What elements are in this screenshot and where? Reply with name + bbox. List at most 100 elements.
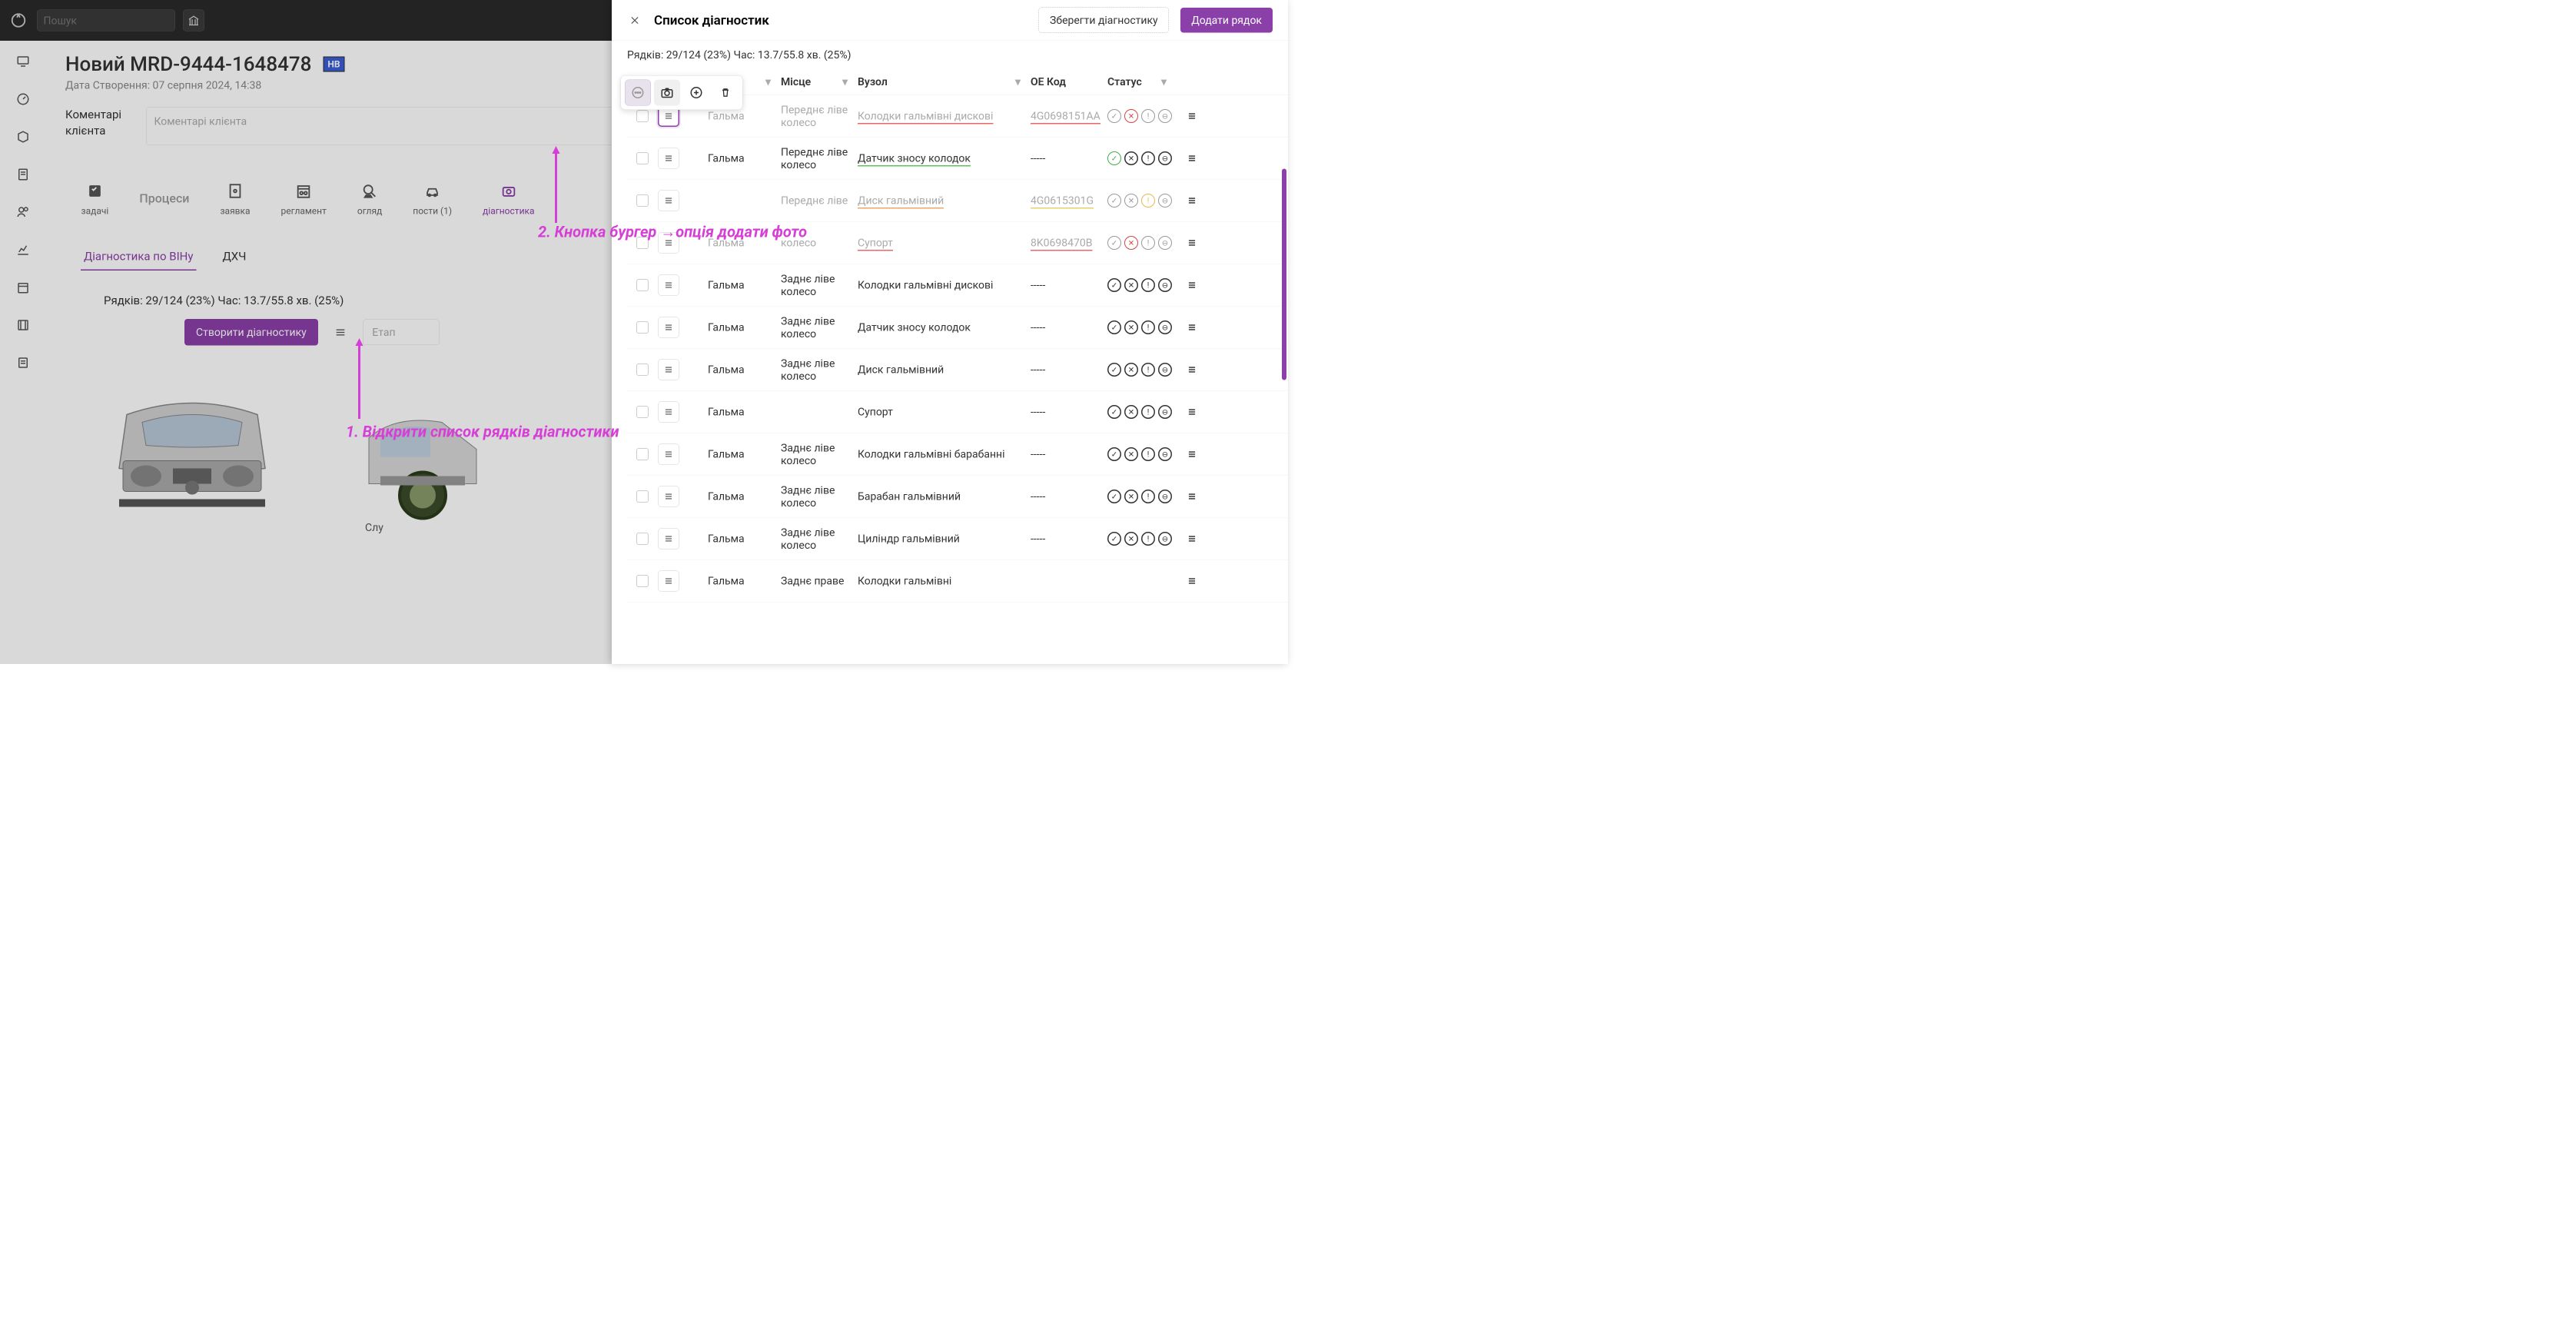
cell-part: Гальма bbox=[708, 406, 781, 419]
cell-place: Заднє ліве колесо bbox=[781, 441, 858, 466]
row-checkbox[interactable] bbox=[636, 110, 649, 122]
table-row: Гальма Заднє ліве колесо Колодки гальмів… bbox=[627, 433, 1288, 476]
cell-place: Заднє ліве колесо bbox=[781, 526, 858, 551]
cell-oe: ----- bbox=[1031, 406, 1107, 419]
row-checkbox[interactable] bbox=[636, 194, 649, 207]
cell-oe: 8K0698470B bbox=[1031, 237, 1107, 250]
row-actions-popup bbox=[621, 75, 743, 110]
table-row: Переднє ліве Диск гальмівний 4G0615301G … bbox=[627, 180, 1288, 222]
status-icons[interactable]: ✓✕!⊖ bbox=[1107, 363, 1172, 377]
cell-node: Диск гальмівний bbox=[858, 364, 1031, 377]
row-checkbox[interactable] bbox=[636, 533, 649, 545]
panel-title: Список діагностик bbox=[654, 12, 1027, 28]
scrollbar-thumb[interactable] bbox=[1282, 169, 1286, 380]
row-checkbox[interactable] bbox=[636, 490, 649, 503]
row-checkbox[interactable] bbox=[636, 364, 649, 376]
cell-part: Гальма bbox=[708, 448, 781, 461]
table-row: Гальма Заднє ліве колесо Диск гальмівний… bbox=[627, 349, 1288, 391]
row-burger-button[interactable] bbox=[658, 486, 679, 507]
cell-place: Заднє ліве колесо bbox=[781, 483, 858, 509]
row-more-button[interactable] bbox=[1187, 111, 1197, 121]
cell-oe: ----- bbox=[1031, 152, 1107, 165]
row-more-button[interactable] bbox=[1187, 322, 1197, 333]
table-row: Гальма Заднє ліве колесо Циліндр гальмів… bbox=[627, 518, 1288, 560]
row-more-button[interactable] bbox=[1187, 449, 1197, 460]
cell-oe: ----- bbox=[1031, 364, 1107, 377]
status-icons[interactable]: ✓✕!⊖ bbox=[1107, 278, 1172, 292]
cell-node: Колодки гальмівні барабанні bbox=[858, 448, 1031, 461]
row-checkbox[interactable] bbox=[636, 575, 649, 587]
filter-icon[interactable]: ▾ bbox=[765, 75, 775, 88]
row-checkbox[interactable] bbox=[636, 152, 649, 164]
status-icons[interactable]: ✓✕!⊖ bbox=[1107, 405, 1172, 419]
cell-node: Колодки гальмівні дискові bbox=[858, 110, 1031, 123]
row-more-button[interactable] bbox=[1187, 533, 1197, 544]
row-more-button[interactable] bbox=[1187, 153, 1197, 164]
status-icons[interactable]: ✓✕!⊖ bbox=[1107, 236, 1172, 250]
row-more-button[interactable] bbox=[1187, 195, 1197, 206]
cell-part: Гальма bbox=[708, 321, 781, 334]
annotation-2: 2. Кнопка бургер →опція додати фото bbox=[538, 223, 807, 241]
row-burger-button[interactable] bbox=[658, 570, 679, 592]
cell-place: Заднє ліве колесо bbox=[781, 357, 858, 382]
popup-delete-button[interactable] bbox=[712, 80, 739, 106]
cell-node: Датчик зносу колодок bbox=[858, 321, 1031, 334]
popup-comment-button[interactable] bbox=[625, 80, 651, 106]
row-burger-button[interactable] bbox=[658, 401, 679, 423]
cell-node: Циліндр гальмівний bbox=[858, 533, 1031, 546]
status-icons[interactable]: ✓✕!⊖ bbox=[1107, 320, 1172, 334]
row-more-button[interactable] bbox=[1187, 491, 1197, 502]
cell-part: Гальма bbox=[708, 152, 781, 165]
status-icons[interactable]: ✓✕!⊖ bbox=[1107, 447, 1172, 461]
row-checkbox[interactable] bbox=[636, 406, 649, 418]
row-burger-button[interactable] bbox=[658, 528, 679, 549]
status-icons[interactable]: ✓✕!⊖ bbox=[1107, 194, 1172, 208]
cell-node: Колодки гальмівні bbox=[858, 575, 1031, 588]
cell-node: Супорт bbox=[858, 237, 1031, 250]
row-more-button[interactable] bbox=[1187, 407, 1197, 417]
table-row: Гальма Заднє ліве колесо Датчик зносу ко… bbox=[627, 307, 1288, 349]
arrow-2 bbox=[550, 146, 562, 227]
annotation-1: 1. Відкрити список рядків діагностики bbox=[346, 423, 619, 441]
row-burger-button[interactable] bbox=[658, 317, 679, 338]
popup-add-button[interactable] bbox=[683, 80, 709, 106]
cell-part: Гальма bbox=[708, 575, 781, 588]
cell-node: Диск гальмівний bbox=[858, 194, 1031, 208]
filter-icon[interactable]: ▾ bbox=[1015, 75, 1024, 88]
cell-place: Переднє ліве колесо bbox=[781, 103, 858, 128]
cell-part: Гальма bbox=[708, 490, 781, 503]
save-diagnostic-button[interactable]: Зберегти діагностику bbox=[1039, 8, 1170, 34]
cell-oe: 4G0698151AA bbox=[1031, 110, 1107, 123]
row-checkbox[interactable] bbox=[636, 279, 649, 291]
add-row-button[interactable]: Додати рядок bbox=[1180, 8, 1273, 33]
cell-part: Гальма bbox=[708, 110, 781, 123]
panel-close-button[interactable] bbox=[627, 12, 642, 28]
filter-icon[interactable]: ▾ bbox=[1161, 75, 1170, 88]
row-checkbox[interactable] bbox=[636, 321, 649, 334]
status-icons[interactable]: ✓✕!⊖ bbox=[1107, 109, 1172, 123]
cell-oe: 4G0615301G bbox=[1031, 194, 1107, 208]
status-icons[interactable]: ✓✕!⊖ bbox=[1107, 151, 1172, 165]
cell-part: Гальма bbox=[708, 279, 781, 292]
row-more-button[interactable] bbox=[1187, 280, 1197, 290]
table-row: Гальма Заднє ліве колесо Колодки гальмів… bbox=[627, 264, 1288, 307]
row-burger-button[interactable] bbox=[658, 359, 679, 380]
table-row: Гальма Супорт ----- ✓✕!⊖ bbox=[627, 391, 1288, 433]
row-burger-button[interactable] bbox=[658, 443, 679, 465]
row-burger-button[interactable] bbox=[658, 148, 679, 169]
cell-oe: ----- bbox=[1031, 279, 1107, 292]
row-more-button[interactable] bbox=[1187, 364, 1197, 375]
cell-oe: ----- bbox=[1031, 533, 1107, 546]
filter-icon[interactable]: ▾ bbox=[842, 75, 851, 88]
cell-node: Колодки гальмівні дискові bbox=[858, 279, 1031, 292]
cell-oe: ----- bbox=[1031, 490, 1107, 503]
status-icons[interactable]: ✓✕!⊖ bbox=[1107, 490, 1172, 503]
popup-camera-button[interactable] bbox=[654, 80, 680, 106]
row-burger-button[interactable] bbox=[658, 274, 679, 296]
row-more-button[interactable] bbox=[1187, 237, 1197, 248]
status-icons[interactable]: ✓✕!⊖ bbox=[1107, 532, 1172, 546]
cell-node: Супорт bbox=[858, 406, 1031, 419]
row-checkbox[interactable] bbox=[636, 448, 649, 460]
row-burger-button[interactable] bbox=[658, 190, 679, 211]
row-more-button[interactable] bbox=[1187, 576, 1197, 586]
